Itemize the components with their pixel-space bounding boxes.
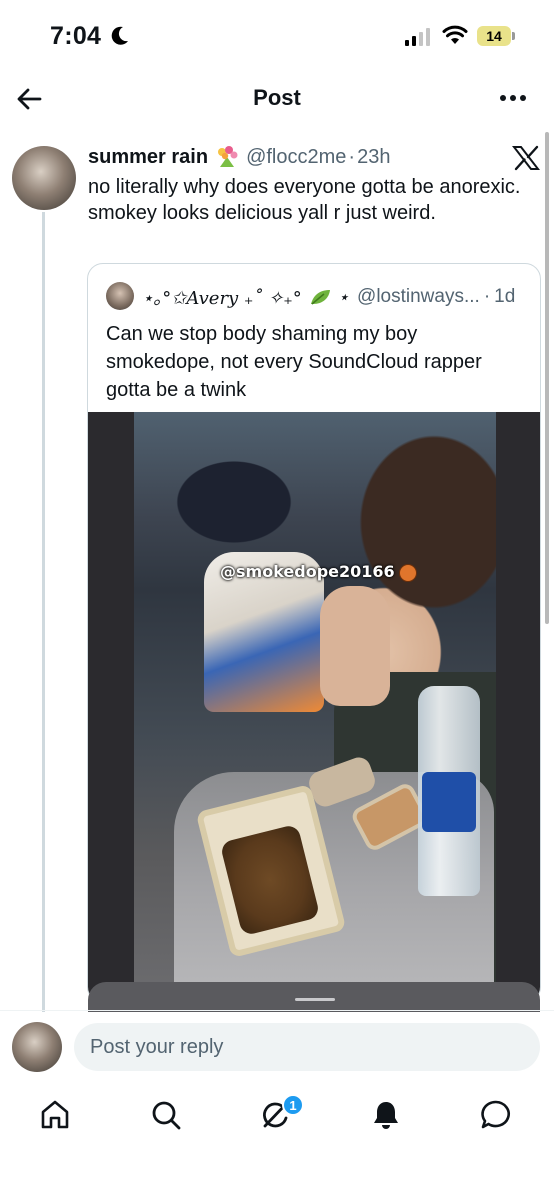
- home-icon: [41, 1100, 69, 1129]
- page-title: Post: [253, 85, 301, 110]
- post-timestamp[interactable]: 23h: [357, 146, 390, 169]
- post-body-text: no literally why does everyone gotta be …: [88, 176, 521, 224]
- basketball-emoji-icon: [398, 563, 417, 582]
- more-options-icon[interactable]: [500, 86, 530, 110]
- author-avatar[interactable]: [12, 146, 76, 210]
- quoted-author-avatar: [106, 282, 134, 310]
- quoted-post-text: Can we stop body shaming my boy smokedop…: [106, 323, 482, 401]
- quoted-post-timestamp: 1d: [494, 286, 516, 307]
- battery-indicator: 14: [477, 26, 511, 46]
- photo-hands: [320, 586, 390, 706]
- bouquet-emoji-icon: [218, 146, 238, 167]
- x-logo-icon: [512, 145, 540, 171]
- quoted-author-handle: @lostinways...: [357, 286, 480, 307]
- stadium-photo: @smokedope20166: [134, 412, 496, 1002]
- quoted-author-name-suffix: ⋆: [337, 286, 350, 308]
- cellular-signal-icon: [405, 28, 430, 46]
- chat-bubble-icon: [481, 1100, 510, 1129]
- author-display-name[interactable]: summer rain: [88, 146, 208, 169]
- post-author-line: summer rain @flocc2me · 23h: [88, 145, 390, 169]
- notification-badge: 1: [282, 1094, 304, 1116]
- photo-watermark: @smokedope20166: [220, 562, 417, 582]
- photo-watermark-text: @smokedope20166: [220, 562, 395, 581]
- tab-home[interactable]: [38, 1098, 78, 1138]
- moon-icon: [111, 26, 128, 45]
- post-header: Post: [0, 72, 554, 126]
- status-time: 7:04: [50, 22, 102, 50]
- leaf-emoji-icon: [310, 290, 330, 305]
- current-user-avatar: [12, 1022, 62, 1072]
- bell-icon: [374, 1102, 398, 1129]
- tab-messages[interactable]: [479, 1098, 519, 1138]
- battery-nub: [512, 32, 515, 40]
- thread-connector-line: [42, 212, 45, 1012]
- author-handle[interactable]: @flocc2me: [246, 146, 346, 169]
- reply-input[interactable]: [74, 1023, 540, 1071]
- bottom-tab-bar: [0, 1086, 554, 1146]
- quoted-time-separator: ·: [483, 286, 491, 307]
- quoted-author-display-name: ⋆｡°✩Avery ₊˚ ✧₊°: [142, 288, 302, 309]
- tab-notifications[interactable]: [369, 1098, 409, 1138]
- status-bar: 7:04 14: [0, 0, 554, 70]
- sheet-grip[interactable]: [295, 998, 335, 1001]
- quoted-post-image[interactable]: @smokedope20166: [88, 412, 540, 1002]
- quoted-post-card[interactable]: ⋆｡°✩Avery ₊˚ ✧₊° ⋆ @lostinways... · 1d C…: [87, 263, 541, 1003]
- scrollbar[interactable]: [545, 132, 549, 624]
- wifi-icon: [442, 25, 468, 44]
- search-icon: [152, 1101, 181, 1130]
- time-separator: ·: [348, 145, 356, 168]
- quoted-author-line: ⋆｡°✩Avery ₊˚ ✧₊° ⋆ @lostinways... · 1d: [142, 284, 515, 310]
- photo-bottle-label: [422, 772, 476, 832]
- divider: [0, 1010, 554, 1011]
- tab-search[interactable]: [149, 1098, 189, 1138]
- bottom-sheet-handle-area[interactable]: [88, 982, 540, 1012]
